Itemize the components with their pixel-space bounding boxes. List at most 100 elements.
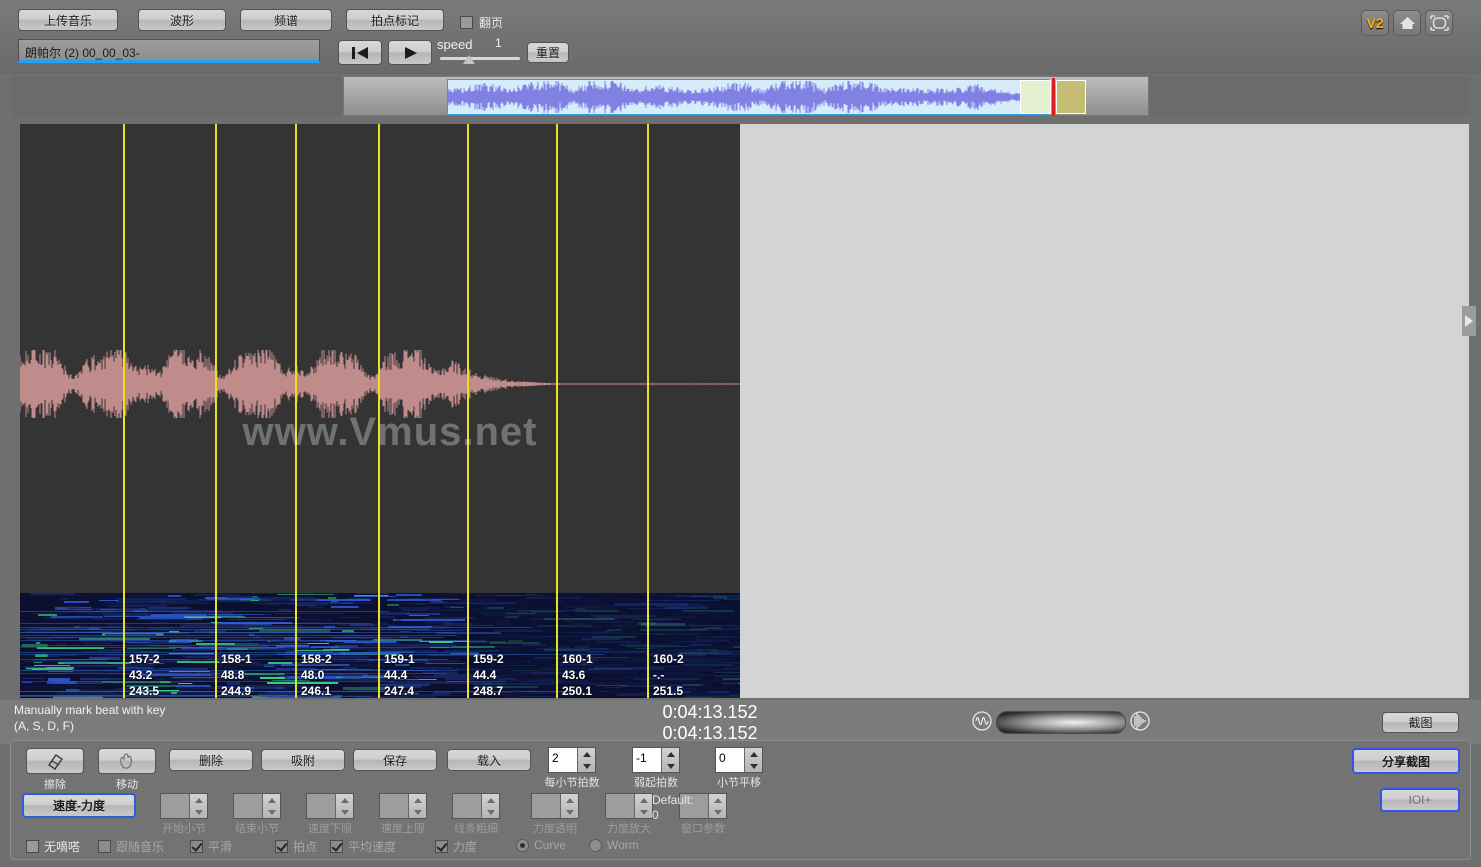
checkbox-label: 平均速度 <box>348 840 397 854</box>
spinner-down-icon[interactable] <box>190 806 207 818</box>
spinner-value[interactable] <box>380 794 408 818</box>
spinner-up-icon[interactable] <box>336 794 353 806</box>
spinner-down-icon[interactable] <box>263 806 280 818</box>
spinner-down-icon[interactable] <box>561 806 578 818</box>
spinner-spinners_row1-0[interactable]: 2 <box>548 747 596 773</box>
spinner-up-icon[interactable] <box>709 794 726 806</box>
upload-music-button[interactable]: 上传音乐 <box>18 9 118 31</box>
speed-dynamics-mode-button[interactable]: 速度-力度 <box>22 793 136 818</box>
spinner-arrows[interactable] <box>744 748 762 772</box>
spinner-value[interactable]: -1 <box>633 748 661 772</box>
rewind-to-start-button[interactable] <box>338 40 382 65</box>
spinner-up-icon[interactable] <box>635 794 652 806</box>
radio-worm[interactable]: Worm <box>589 838 639 852</box>
checkbox-6[interactable]: 力度 <box>435 838 477 855</box>
volume-control[interactable] <box>972 708 1152 736</box>
radio-curve[interactable]: Curve <box>516 838 566 852</box>
empty-canvas-region[interactable] <box>740 124 1469 698</box>
waveform-button[interactable]: 波形 <box>138 9 226 31</box>
screenshot-button[interactable]: 截图 <box>1382 712 1459 733</box>
spinner-up-icon[interactable] <box>561 794 578 806</box>
waveform-canvas[interactable]: 157-2 43.2 243.5 158-1 48.8 244.9 158-2 48.0 246… <box>20 124 740 698</box>
checkbox-3[interactable]: 平滑 <box>190 838 232 855</box>
spinner-spinners_row1-2[interactable]: 0 <box>715 747 763 773</box>
spinner-arrows[interactable] <box>577 748 595 772</box>
spinner-spinners_row2-2[interactable] <box>306 793 354 819</box>
spinner-value[interactable]: 0 <box>716 748 744 772</box>
spinner-spinners_row2-5[interactable] <box>531 793 579 819</box>
spinner-value[interactable] <box>307 794 335 818</box>
delete-button[interactable]: 删除 <box>169 749 253 771</box>
spinner-spinners_row2-1[interactable] <box>233 793 281 819</box>
spinner-arrows[interactable] <box>262 794 280 818</box>
speed-value: 1 <box>495 36 502 50</box>
speed-slider[interactable] <box>440 57 520 60</box>
overview-selection-region[interactable] <box>1020 80 1051 114</box>
version-badge[interactable]: V2 <box>1361 10 1389 36</box>
spinner-spinners_row1-1[interactable]: -1 <box>632 747 680 773</box>
spinner-arrows[interactable] <box>634 794 652 818</box>
checkbox-2[interactable]: 跟随音乐 <box>98 838 164 855</box>
spinner-down-icon[interactable] <box>578 760 595 772</box>
spinner-arrows[interactable] <box>408 794 426 818</box>
move-tool-button[interactable] <box>98 748 156 774</box>
spinner-down-icon[interactable] <box>709 806 726 818</box>
spinner-value[interactable] <box>532 794 560 818</box>
spinner-up-icon[interactable] <box>578 748 595 760</box>
speed-slider-knob[interactable] <box>463 55 475 64</box>
overview-strip[interactable] <box>12 76 1469 116</box>
checkbox-5[interactable]: 平均速度 <box>330 838 396 855</box>
spinner-up-icon[interactable] <box>482 794 499 806</box>
spinner-down-icon[interactable] <box>409 806 426 818</box>
checkbox-1[interactable]: 无嘀嗒 <box>26 838 80 855</box>
spinner-down-icon[interactable] <box>745 760 762 772</box>
track-name-field[interactable]: 朗帕尔 (2) 00_00_03- <box>18 39 320 63</box>
overview-playhead[interactable] <box>1052 78 1055 116</box>
snap-button[interactable]: 吸附 <box>261 749 345 771</box>
spinner-arrows[interactable] <box>481 794 499 818</box>
spinner-arrows[interactable] <box>708 794 726 818</box>
overview-view-region[interactable] <box>1056 80 1086 114</box>
reset-button[interactable]: 重置 <box>527 42 569 63</box>
volume-slider[interactable] <box>996 711 1126 734</box>
spinner-up-icon[interactable] <box>409 794 426 806</box>
home-button[interactable] <box>1393 10 1421 36</box>
spinner-arrows[interactable] <box>661 748 679 772</box>
overview-waveform[interactable] <box>447 79 1049 115</box>
spinner-down-icon[interactable] <box>336 806 353 818</box>
spinner-value[interactable] <box>161 794 189 818</box>
spectrum-button[interactable]: 频谱 <box>240 9 332 31</box>
play-button[interactable] <box>388 40 432 65</box>
spinner-arrows[interactable] <box>189 794 207 818</box>
erase-tool-button[interactable] <box>26 748 84 774</box>
spinner-spinners_row2-6[interactable] <box>605 793 653 819</box>
spinner-value[interactable] <box>234 794 262 818</box>
spinner-up-icon[interactable] <box>263 794 280 806</box>
save-button[interactable]: 保存 <box>353 749 437 771</box>
spinner-down-icon[interactable] <box>635 806 652 818</box>
share-screenshot-button[interactable]: 分享截图 <box>1352 748 1460 774</box>
checkbox-4[interactable]: 拍点 <box>275 838 317 855</box>
spinner-arrows[interactable] <box>335 794 353 818</box>
right-edge-expand-handle[interactable] <box>1462 306 1476 336</box>
spinner-arrows[interactable] <box>560 794 578 818</box>
spinner-spinners_row2-0[interactable] <box>160 793 208 819</box>
beat-marking-button[interactable]: 拍点标记 <box>346 9 444 31</box>
spinner-up-icon[interactable] <box>745 748 762 760</box>
spinner-spinners_row2-3[interactable] <box>379 793 427 819</box>
spinner-spinners_row2-4[interactable] <box>452 793 500 819</box>
fullscreen-button[interactable] <box>1425 10 1453 36</box>
page-turn-checkbox[interactable]: 翻页 <box>460 14 503 31</box>
spinner-value[interactable]: 2 <box>549 748 577 772</box>
snap-label: 吸附 <box>290 753 315 768</box>
spinner-value[interactable] <box>453 794 481 818</box>
spinner-down-icon[interactable] <box>662 760 679 772</box>
page-turn-label: 翻页 <box>479 16 504 30</box>
spinner-up-icon[interactable] <box>662 748 679 760</box>
load-button[interactable]: 载入 <box>447 749 531 771</box>
overview-frame[interactable] <box>343 76 1149 116</box>
ioi-button[interactable]: IOI+ <box>1380 788 1460 812</box>
spinner-value[interactable] <box>606 794 634 818</box>
spinner-down-icon[interactable] <box>482 806 499 818</box>
spinner-up-icon[interactable] <box>190 794 207 806</box>
